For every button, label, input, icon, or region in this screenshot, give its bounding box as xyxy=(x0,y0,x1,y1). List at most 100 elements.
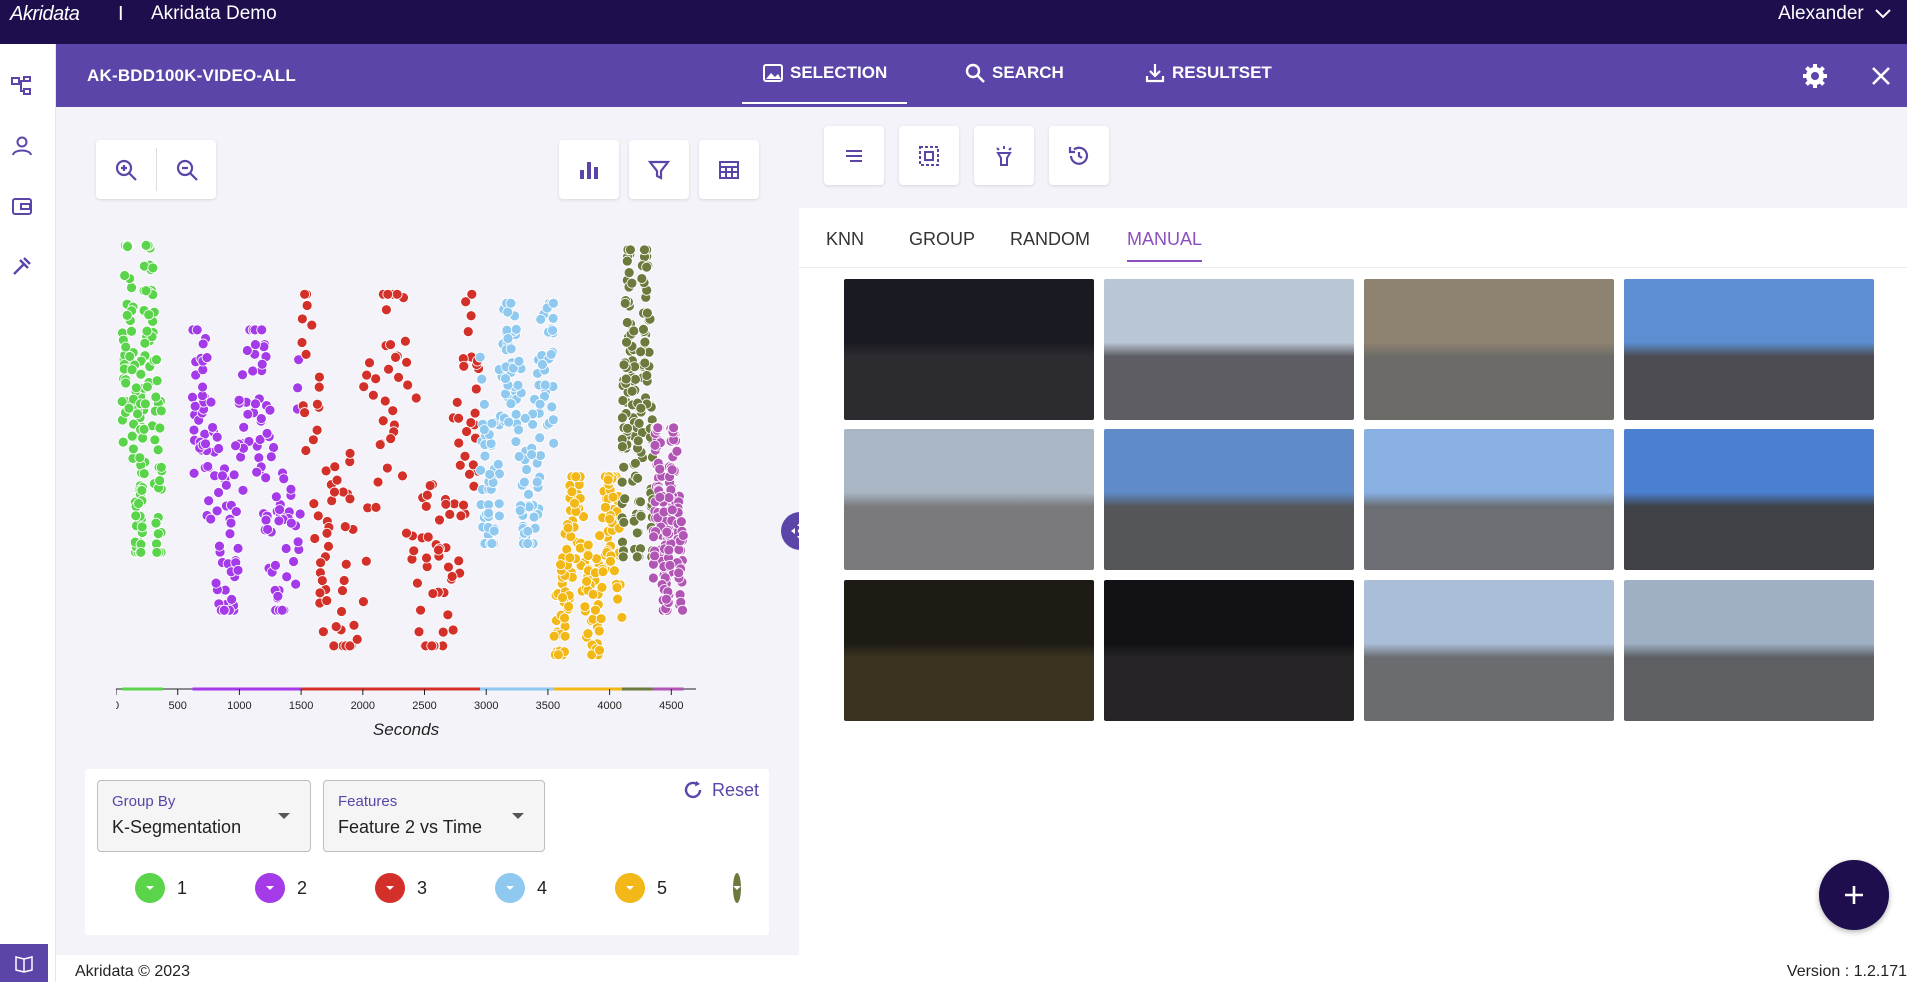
scatter-point[interactable] xyxy=(139,337,151,349)
scatter-point[interactable] xyxy=(358,381,370,393)
add-button[interactable] xyxy=(1819,860,1889,930)
scatter-point[interactable] xyxy=(582,550,594,561)
scatter-point[interactable] xyxy=(602,474,614,486)
scatter-point[interactable] xyxy=(393,371,404,383)
scatter-point[interactable] xyxy=(117,436,129,448)
scatter-point[interactable] xyxy=(385,339,396,350)
scatter-point[interactable] xyxy=(136,485,148,496)
scatter-point[interactable] xyxy=(261,427,273,439)
scatter-point[interactable] xyxy=(380,304,392,316)
scatter-point[interactable] xyxy=(336,606,347,617)
scatter-point[interactable] xyxy=(268,442,279,453)
scatter-point[interactable] xyxy=(654,463,666,475)
scatter-point[interactable] xyxy=(465,310,477,322)
scatter-point[interactable] xyxy=(237,369,248,381)
tab-random[interactable]: RANDOM xyxy=(1010,229,1090,250)
scatter-point[interactable] xyxy=(141,325,153,337)
scatter-point[interactable] xyxy=(552,649,564,661)
scatter-point[interactable] xyxy=(548,297,559,309)
scatter-point[interactable] xyxy=(387,405,399,417)
scatter-point[interactable] xyxy=(474,351,486,363)
scatter-point[interactable] xyxy=(513,355,525,367)
scatter-point[interactable] xyxy=(649,550,661,562)
features-select[interactable]: Features Feature 2 vs Time xyxy=(323,780,545,852)
legend-item-5[interactable]: 5 xyxy=(615,873,667,903)
video-frame-thumbnail[interactable] xyxy=(1624,580,1874,721)
scatter-point[interactable] xyxy=(632,435,644,447)
scatter-point[interactable] xyxy=(479,450,491,462)
scatter-point[interactable] xyxy=(119,270,131,281)
scatter-point[interactable] xyxy=(443,561,454,573)
scatter-point[interactable] xyxy=(555,559,566,571)
scatter-point[interactable] xyxy=(611,582,623,593)
scatter-point[interactable] xyxy=(370,373,382,385)
scatter-point[interactable] xyxy=(130,510,142,522)
scatter-point[interactable] xyxy=(143,309,155,321)
scatter-point[interactable] xyxy=(547,325,558,336)
gear-icon[interactable] xyxy=(1801,62,1829,90)
scatter-point[interactable] xyxy=(469,407,481,419)
scatter-point[interactable] xyxy=(211,505,223,517)
scatter-point[interactable] xyxy=(628,325,640,337)
scatter-point[interactable] xyxy=(618,516,630,528)
table-view-button[interactable] xyxy=(699,140,759,199)
scatter-point[interactable] xyxy=(597,566,609,578)
tab-resultset[interactable]: RESULTSET xyxy=(1144,62,1272,84)
scatter-point[interactable] xyxy=(308,498,320,510)
video-frame-thumbnail[interactable] xyxy=(844,429,1094,570)
scatter-point[interactable] xyxy=(191,324,203,336)
scatter-point[interactable] xyxy=(280,543,292,554)
legend-color-dot[interactable] xyxy=(375,873,405,903)
scatter-point[interactable] xyxy=(548,630,560,642)
scatter-point[interactable] xyxy=(292,382,304,394)
video-frame-thumbnail[interactable] xyxy=(1104,279,1354,420)
scatter-point[interactable] xyxy=(285,483,297,495)
scatter-point[interactable] xyxy=(442,609,454,621)
scatter-point[interactable] xyxy=(372,476,384,488)
scatter-point[interactable] xyxy=(390,351,401,363)
scatter-point[interactable] xyxy=(522,538,533,549)
scatter-point[interactable] xyxy=(233,394,245,406)
scatter-point[interactable] xyxy=(224,528,236,540)
scatter-point[interactable] xyxy=(132,408,143,420)
scatter-point[interactable] xyxy=(337,585,348,596)
scatter-point[interactable] xyxy=(512,379,524,391)
scatter-point[interactable] xyxy=(521,464,532,475)
scatter-point[interactable] xyxy=(232,542,244,554)
scatter-point[interactable] xyxy=(547,414,559,426)
scatter-point[interactable] xyxy=(426,640,438,652)
tab-knn[interactable]: KNN xyxy=(826,229,864,250)
scatter-point[interactable] xyxy=(205,396,217,408)
highlight-button[interactable] xyxy=(974,126,1034,185)
group-by-select[interactable]: Group By K-Segmentation xyxy=(97,780,311,852)
scatter-point[interactable] xyxy=(635,402,647,414)
scatter-point[interactable] xyxy=(594,644,605,656)
scatter-point[interactable] xyxy=(247,365,259,377)
scatter-point[interactable] xyxy=(548,437,560,449)
scatter-point[interactable] xyxy=(205,513,217,525)
scatter-point[interactable] xyxy=(596,581,608,593)
scatter-point[interactable] xyxy=(641,370,653,381)
scatter-point[interactable] xyxy=(510,323,522,335)
scatter-point[interactable] xyxy=(391,288,403,300)
scatter-point[interactable] xyxy=(488,525,500,537)
scatter-point[interactable] xyxy=(612,593,623,605)
scatter-point[interactable] xyxy=(523,489,534,500)
scatter-point[interactable] xyxy=(211,431,223,443)
scatter-point[interactable] xyxy=(133,498,144,509)
scatter-point[interactable] xyxy=(652,422,664,434)
scatter-point[interactable] xyxy=(470,383,482,395)
scatter-point[interactable] xyxy=(197,381,208,393)
scatter-point[interactable] xyxy=(338,575,350,586)
scatter-point[interactable] xyxy=(620,373,632,385)
scatter-point[interactable] xyxy=(503,416,515,428)
scatter-point[interactable] xyxy=(126,364,138,376)
scatter-point[interactable] xyxy=(381,462,393,474)
scatter-point[interactable] xyxy=(207,422,218,433)
scatter-point[interactable] xyxy=(285,517,297,529)
scatter-point[interactable] xyxy=(518,476,530,488)
scatter-point[interactable] xyxy=(188,467,200,479)
scatter-point[interactable] xyxy=(367,389,379,401)
scatter-point[interactable] xyxy=(513,451,525,462)
scatter-point[interactable] xyxy=(483,507,495,519)
